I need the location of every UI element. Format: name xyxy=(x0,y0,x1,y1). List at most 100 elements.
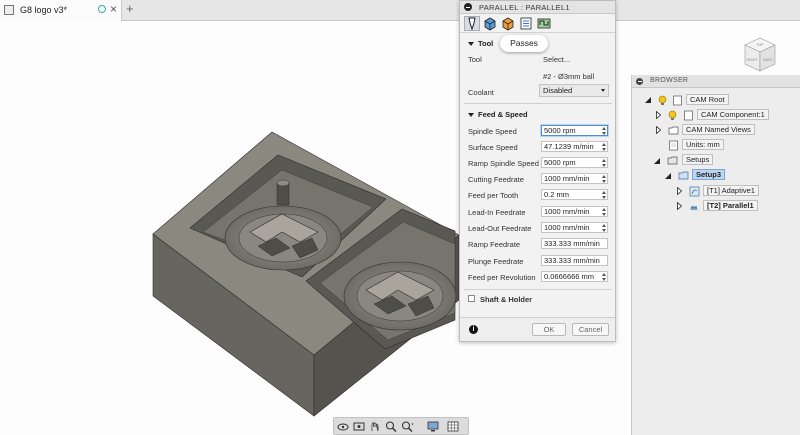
ramp-spindle-speed-label: Ramp Spindle Speed xyxy=(468,159,539,168)
look-at-icon[interactable] xyxy=(352,420,366,433)
ramp-feedrate-label: Ramp Feedrate xyxy=(468,240,521,249)
spinner-icon[interactable] xyxy=(602,127,606,135)
document-tab[interactable]: G8 logo v3* × xyxy=(0,0,122,21)
browser-node-parallel1[interactable]: [T2] Parallel1 xyxy=(703,200,758,212)
linking-tab-icon[interactable] xyxy=(536,16,552,31)
cutting-feedrate-label: Cutting Feedrate xyxy=(468,175,524,184)
expand-triangle-icon[interactable] xyxy=(677,187,682,195)
expand-triangle-icon[interactable] xyxy=(677,202,682,210)
cutting-feedrate-field[interactable]: 1000 mm/min xyxy=(541,173,608,184)
dialog-title: PARALLEL : PARALLEL1 xyxy=(479,3,570,12)
zoom-window-icon[interactable] xyxy=(400,420,414,433)
browser-title: BROWSER xyxy=(650,77,689,84)
browser-node-cam-component[interactable]: CAM Component:1 xyxy=(697,109,769,121)
browser-node-cam-root[interactable]: CAM Root xyxy=(686,94,729,106)
grid-settings-icon[interactable] xyxy=(446,420,460,433)
lead-out-feedrate-label: Lead-Out Feedrate xyxy=(468,224,532,233)
tool-value: #2 - Ø3mm ball xyxy=(543,72,595,81)
cam-named-views-label: CAM Named Views xyxy=(682,124,755,135)
heights-tab-icon[interactable] xyxy=(500,16,516,31)
parallel1-label: [T2] Parallel1 xyxy=(703,200,758,211)
divider xyxy=(464,289,612,290)
adaptive-toolpath-icon xyxy=(689,186,700,197)
surface-speed-field[interactable]: 47.1239 m/min xyxy=(541,141,608,152)
pan-icon[interactable] xyxy=(368,420,382,433)
feed-per-tooth-field[interactable]: 0.2 mm xyxy=(541,189,608,200)
lightbulb-icon[interactable] xyxy=(657,95,668,106)
ramp-feedrate-field[interactable]: 333.333 mm/min xyxy=(541,238,608,249)
tool-select-button[interactable]: Select... xyxy=(543,55,570,64)
feed-per-tooth-value: 0.2 mm xyxy=(544,190,570,199)
browser-node-setup3[interactable]: Setup3 xyxy=(692,169,726,181)
tool-label: Tool xyxy=(468,55,482,64)
units-label: Units: mm xyxy=(682,139,724,150)
expand-triangle-icon xyxy=(468,42,474,47)
lead-out-feedrate-field[interactable]: 1000 mm/min xyxy=(541,222,608,233)
feed-per-revolution-field[interactable]: 0.0666666 mm xyxy=(541,271,608,282)
spinner-icon[interactable] xyxy=(602,191,606,199)
collapse-icon[interactable] xyxy=(464,3,472,11)
spinner-icon[interactable] xyxy=(602,273,606,281)
viewcube-top-face[interactable]: TOP xyxy=(756,43,764,47)
dialog-tabs xyxy=(460,14,615,33)
surface-speed-label: Surface Speed xyxy=(468,143,518,152)
browser-node-adaptive1[interactable]: [T1] Adaptive1 xyxy=(703,185,759,197)
lead-in-feedrate-field[interactable]: 1000 mm/min xyxy=(541,206,608,217)
info-icon[interactable]: i xyxy=(469,325,478,334)
viewcube-back-face[interactable]: BACK xyxy=(763,58,773,62)
shaft-holder-label: Shaft & Holder xyxy=(480,295,533,304)
browser-node-units[interactable]: Units: mm xyxy=(682,139,724,151)
ok-button[interactable]: OK xyxy=(532,323,566,336)
spinner-icon[interactable] xyxy=(602,175,606,183)
spinner-icon[interactable] xyxy=(602,224,606,232)
new-tab-icon[interactable]: + xyxy=(126,1,134,16)
zoom-icon[interactable] xyxy=(384,420,398,433)
cam-root-label: CAM Root xyxy=(686,94,729,105)
shaft-holder-checkbox[interactable] xyxy=(468,295,475,302)
passes-tooltip: Passes xyxy=(500,35,548,52)
document-icon xyxy=(673,95,682,106)
cancel-button[interactable]: Cancel xyxy=(572,323,609,336)
collapse-icon[interactable] xyxy=(636,78,643,85)
cutting-feedrate-value: 1000 mm/min xyxy=(544,174,590,183)
feed-speed-section-header[interactable]: Feed & Speed xyxy=(468,110,528,119)
geometry-tab-icon[interactable] xyxy=(482,16,498,31)
spinner-icon[interactable] xyxy=(602,159,606,167)
lightbulb-icon[interactable] xyxy=(667,110,678,121)
plunge-feedrate-label: Plunge Feedrate xyxy=(468,257,524,266)
close-tab-icon[interactable]: × xyxy=(110,2,117,16)
dropdown-arrow-icon xyxy=(601,89,605,92)
collapse-triangle-icon[interactable] xyxy=(665,173,671,179)
collapse-triangle-icon[interactable] xyxy=(654,158,660,164)
browser-node-cam-named-views[interactable]: CAM Named Views xyxy=(682,124,755,136)
feed-per-tooth-label: Feed per Tooth xyxy=(468,191,519,200)
browser-header[interactable]: BROWSER xyxy=(632,75,800,88)
tool-section-header[interactable]: Tool xyxy=(468,39,493,48)
document-tabbar: G8 logo v3* × + xyxy=(0,0,800,21)
orbit-icon[interactable] xyxy=(336,420,350,433)
passes-tab-icon[interactable] xyxy=(518,16,534,31)
spindle-speed-label: Spindle Speed xyxy=(468,127,517,136)
expand-triangle-icon[interactable] xyxy=(656,126,661,134)
tool-tab-icon[interactable] xyxy=(464,16,480,31)
coolant-select[interactable]: Disabled xyxy=(539,84,609,97)
collapse-triangle-icon[interactable] xyxy=(645,97,651,103)
plunge-feedrate-field[interactable]: 333.333 mm/min xyxy=(541,255,608,266)
coolant-label: Coolant xyxy=(468,88,494,97)
viewcube-right-face[interactable]: RIGHT xyxy=(747,58,759,62)
ramp-spindle-speed-value: 5000 rpm xyxy=(544,158,576,167)
spinner-icon[interactable] xyxy=(602,208,606,216)
ramp-spindle-speed-field[interactable]: 5000 rpm xyxy=(541,157,608,168)
dialog-titlebar[interactable]: PARALLEL : PARALLEL1 xyxy=(460,1,615,14)
spindle-speed-field[interactable]: 5000 rpm xyxy=(541,125,608,136)
lead-out-feedrate-value: 1000 mm/min xyxy=(544,223,590,232)
model-3d[interactable] xyxy=(0,21,460,435)
browser-node-setups[interactable]: Setups xyxy=(682,154,714,166)
viewcube[interactable]: TOP RIGHT BACK xyxy=(735,35,785,77)
units-icon xyxy=(669,140,678,151)
spinner-icon[interactable] xyxy=(602,143,606,151)
lead-in-feedrate-label: Lead-In Feedrate xyxy=(468,208,526,217)
expand-triangle-icon[interactable] xyxy=(656,111,661,119)
display-settings-icon[interactable] xyxy=(426,420,440,433)
cam-component-label: CAM Component:1 xyxy=(697,109,769,120)
